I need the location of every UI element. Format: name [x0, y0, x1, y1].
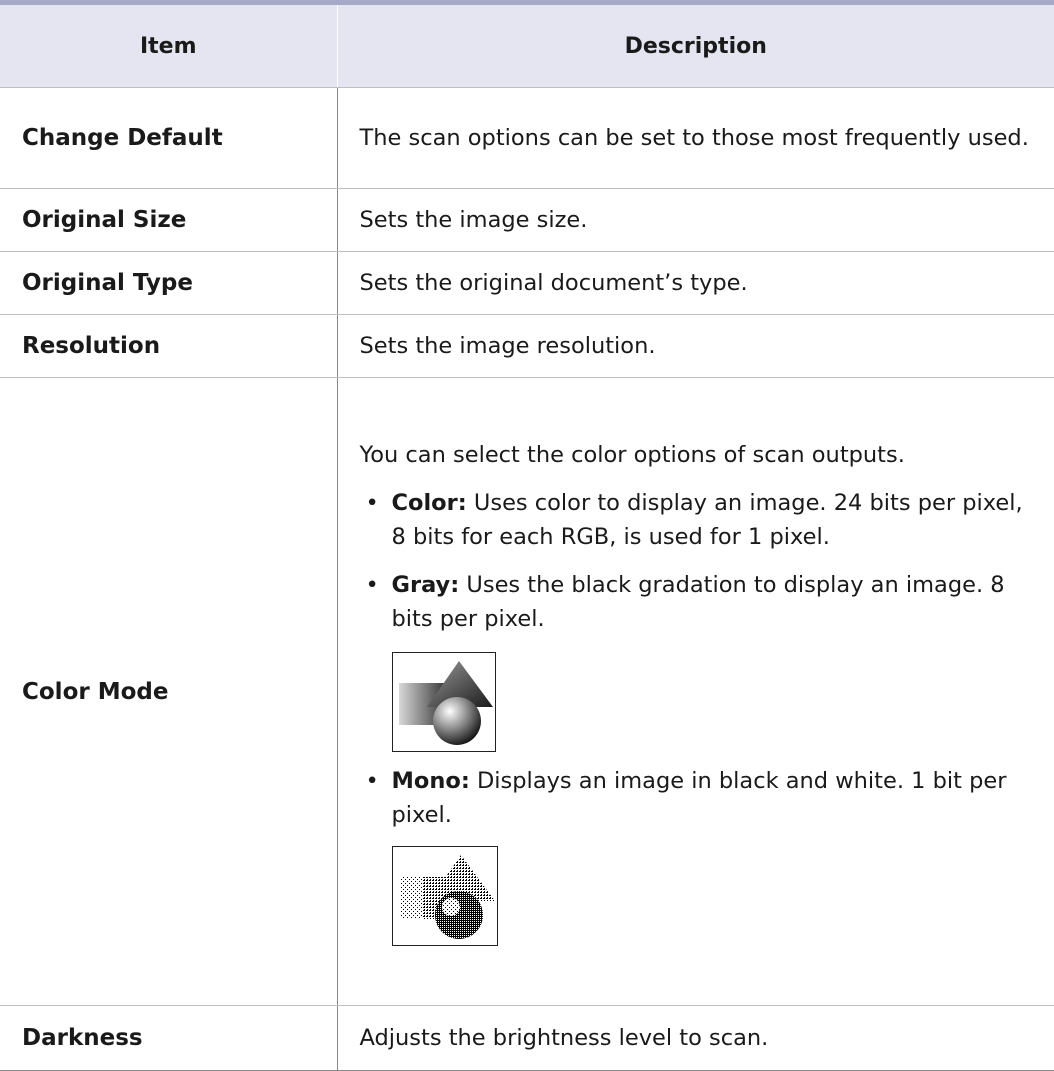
row-description: The scan options can be set to those mos…	[337, 87, 1054, 189]
list-item-mono: • Mono: Displays an image in black and w…	[360, 764, 1041, 832]
bullet: •	[365, 571, 379, 598]
list-item-gray: • Gray: Uses the black gradation to disp…	[360, 568, 1041, 636]
table-row: Original Size Sets the image size.	[0, 188, 1054, 252]
row-item-original-type: Original Type	[0, 251, 338, 315]
mono-shapes-icon	[391, 845, 498, 946]
table-row: Darkness Adjusts the brightness level to…	[0, 1005, 1054, 1071]
color-mode-options-mono: • Mono: Displays an image in black and w…	[360, 764, 1041, 832]
bullet: •	[365, 767, 379, 794]
table-row: Resolution Sets the image resolution.	[0, 314, 1054, 378]
color-mode-intro: You can select the color options of scan…	[359, 441, 905, 468]
option-label: Color:	[391, 489, 467, 516]
option-label: Mono:	[391, 767, 470, 794]
list-item-color: • Color: Uses color to display an image.…	[360, 486, 1041, 554]
row-description: Sets the image size.	[337, 188, 1054, 252]
options-table-container: Item Description Change Default The scan…	[0, 0, 1054, 1071]
option-text: Displays an image in black and white. 1 …	[391, 767, 1007, 828]
table-header-row: Item Description	[0, 5, 1054, 88]
row-item-original-size: Original Size	[0, 188, 338, 252]
row-description-color-mode: You can select the color options of scan…	[337, 377, 1054, 1006]
row-item-change-default: Change Default	[0, 87, 338, 189]
table-row: Change Default The scan options can be s…	[0, 87, 1054, 189]
scan-options-table: Item Description Change Default The scan…	[0, 5, 1054, 1071]
option-label: Gray:	[391, 571, 460, 598]
option-text: Uses the black gradation to display an i…	[391, 571, 1005, 632]
gray-shapes-icon	[391, 651, 496, 752]
row-item-color-mode: Color Mode	[0, 377, 338, 1006]
color-mode-options: • Color: Uses color to display an image.…	[360, 486, 1041, 636]
bullet: •	[365, 489, 379, 516]
table-row: Original Type Sets the original document…	[0, 251, 1054, 315]
row-item-darkness: Darkness	[0, 1005, 338, 1071]
header-item: Item	[0, 5, 338, 88]
option-text: Uses color to display an image. 24 bits …	[391, 489, 1023, 550]
row-item-resolution: Resolution	[0, 314, 338, 378]
table-row: Color Mode You can select the color opti…	[0, 377, 1054, 1006]
row-description: Sets the original document’s type.	[337, 251, 1054, 315]
header-description: Description	[337, 5, 1054, 88]
row-description: Adjusts the brightness level to scan.	[337, 1005, 1054, 1071]
row-description: Sets the image resolution.	[337, 314, 1054, 378]
